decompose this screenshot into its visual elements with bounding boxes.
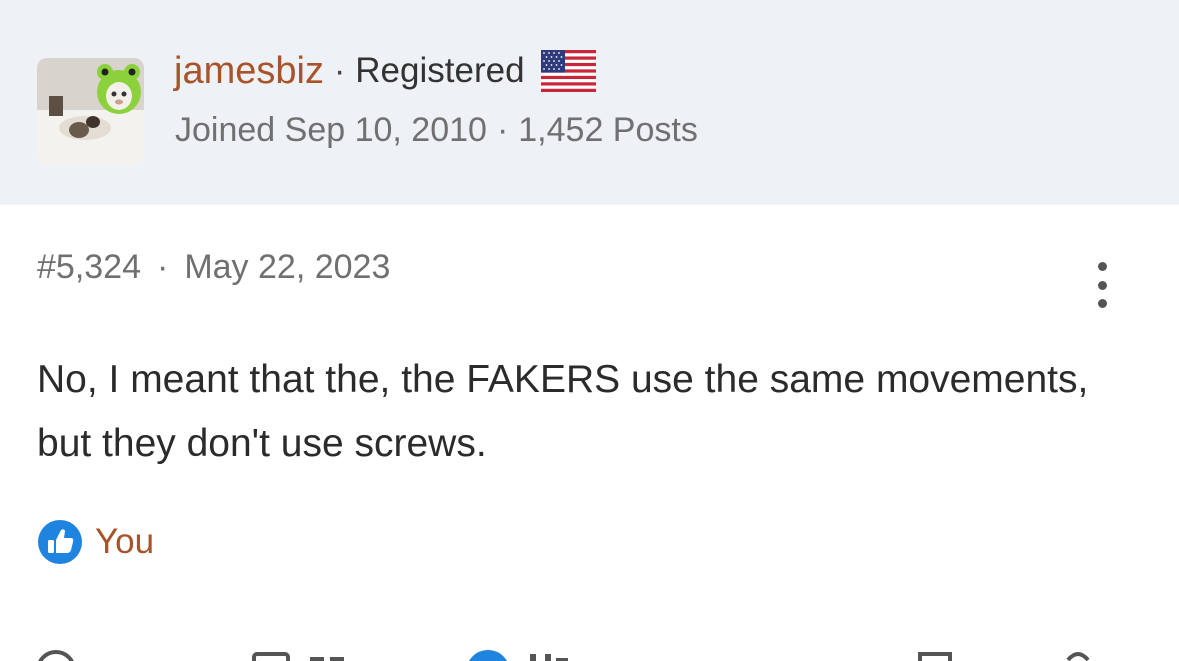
post-number-link[interactable]: #5,324 <box>37 248 141 287</box>
like-action-icon <box>468 650 508 661</box>
reply-icon <box>38 650 74 661</box>
share-icon <box>1066 652 1090 661</box>
separator: · <box>333 51 346 90</box>
separator: · <box>157 247 169 286</box>
action-bar-icons <box>38 650 1090 661</box>
avatar-kitten-image <box>37 58 144 165</box>
author-line: jamesbiz · Registered <box>174 46 596 96</box>
like-icon <box>38 520 82 564</box>
post-action-bar <box>0 640 1179 661</box>
separator: · <box>496 110 509 149</box>
post-meta: #5,324 · May 22, 2023 <box>37 244 390 290</box>
more-vertical-icon <box>1097 299 1107 308</box>
reaction-summary[interactable]: You <box>37 518 154 566</box>
bookmark-icon <box>918 652 952 661</box>
author-meta: Joined Sep 10, 2010 · 1,452 Posts <box>175 108 698 152</box>
user-role: Registered <box>355 51 525 90</box>
avatar[interactable] <box>37 58 144 165</box>
username-link[interactable]: jamesbiz <box>174 50 324 93</box>
post-author-header: jamesbiz · Registered Joined Sep 10, 201… <box>0 0 1179 205</box>
reaction-user-label[interactable]: You <box>95 522 154 562</box>
us-flag-icon <box>540 50 596 92</box>
post-count: 1,452 Posts <box>518 110 698 149</box>
post-date: May 22, 2023 <box>184 247 391 286</box>
more-vertical-icon <box>1097 280 1107 290</box>
joined-date: Joined Sep 10, 2010 <box>175 110 487 149</box>
more-options-button[interactable] <box>1086 262 1118 308</box>
more-vertical-icon <box>1097 262 1107 271</box>
post-body: No, I meant that the, the FAKERS use the… <box>37 358 1089 465</box>
quote-icon <box>252 652 290 661</box>
